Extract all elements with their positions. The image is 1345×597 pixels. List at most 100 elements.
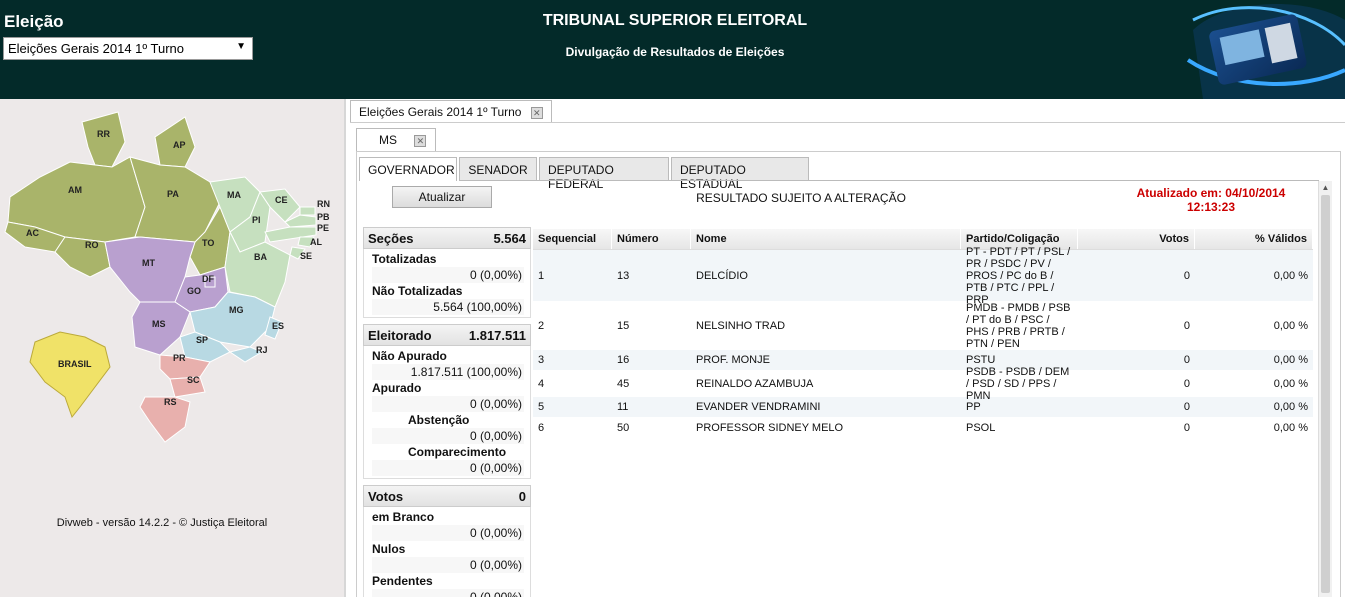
cell-nome: EVANDER VENDRAMINI bbox=[696, 401, 821, 413]
svg-text:GO: GO bbox=[187, 286, 201, 296]
svg-text:SC: SC bbox=[187, 375, 200, 385]
summary-panel: Seções 5.564 Totalizadas 0 (0,00%) Não T… bbox=[363, 227, 531, 597]
tab-eleicoes-gerais[interactable]: Eleições Gerais 2014 1º Turno ✕ bbox=[350, 100, 552, 123]
resultado-sujeito-notice: RESULTADO SUJEITO A ALTERAÇÃO bbox=[696, 191, 906, 205]
svg-text:MG: MG bbox=[229, 305, 244, 315]
eleicao-select[interactable]: Eleições Gerais 2014 1º Turno ▼ bbox=[3, 37, 253, 60]
totalizadas-value: 0 (0,00%) bbox=[372, 267, 524, 283]
cell-votos: 0 bbox=[1183, 269, 1190, 282]
scrollbar-thumb[interactable] bbox=[1321, 195, 1330, 593]
svg-text:MT: MT bbox=[142, 258, 155, 268]
branco-label: em Branco bbox=[372, 510, 435, 524]
nulos-label: Nulos bbox=[372, 542, 406, 556]
col-nome[interactable]: Nome bbox=[691, 229, 961, 249]
svg-text:SE: SE bbox=[300, 251, 312, 261]
cell-nome: PROF. MONJE bbox=[696, 354, 770, 366]
nulos-value: 0 (0,00%) bbox=[372, 557, 524, 573]
close-icon[interactable]: ✕ bbox=[414, 134, 427, 147]
cell-pct: 0,00 % bbox=[1273, 269, 1308, 282]
svg-text:AC: AC bbox=[26, 228, 39, 238]
main-content: Eleições Gerais 2014 1º Turno ✕ MS ✕ GOV… bbox=[346, 99, 1345, 597]
abstencao-label: Abstenção bbox=[408, 413, 470, 427]
cell-partido: PSDB - PSDB / DEM / PSD / SD / PPS / PMN bbox=[966, 365, 1070, 402]
cell-pct: 0,00 % bbox=[1273, 354, 1308, 366]
cell-pct: 0,00 % bbox=[1273, 401, 1308, 413]
close-icon[interactable]: ✕ bbox=[530, 106, 543, 119]
secoes-value: 5.564 bbox=[493, 231, 526, 246]
cell-pct: 0,00 % bbox=[1273, 377, 1308, 390]
tab-senador[interactable]: SENADOR bbox=[459, 157, 537, 180]
col-votos[interactable]: Votos bbox=[1078, 229, 1195, 249]
svg-text:RS: RS bbox=[164, 397, 177, 407]
dropdown-arrow-icon: ▼ bbox=[236, 41, 246, 52]
cell-pct: 0,00 % bbox=[1273, 422, 1308, 434]
cell-partido: PP bbox=[966, 401, 981, 413]
svg-text:ES: ES bbox=[272, 321, 284, 331]
cell-seq: 1 bbox=[538, 269, 545, 282]
tab-governador[interactable]: GOVERNADOR bbox=[359, 157, 457, 181]
cell-nome: REINALDO AZAMBUJA bbox=[696, 377, 814, 390]
atualizar-button[interactable]: Atualizar bbox=[392, 186, 492, 208]
cell-pct: 0,00 % bbox=[1273, 319, 1308, 332]
svg-text:RJ: RJ bbox=[256, 345, 268, 355]
cell-seq: 2 bbox=[538, 319, 545, 332]
svg-text:PB: PB bbox=[317, 212, 330, 222]
apurado-value: 0 (0,00%) bbox=[372, 396, 524, 412]
svg-text:RR: RR bbox=[97, 129, 110, 139]
cell-seq: 3 bbox=[538, 354, 545, 366]
svg-text:AL: AL bbox=[310, 237, 322, 247]
svg-text:RO: RO bbox=[85, 240, 99, 250]
tab-deputado-federal[interactable]: DEPUTADO FEDERAL bbox=[539, 157, 669, 191]
tab-eleicoes-gerais-label: Eleições Gerais 2014 1º Turno bbox=[359, 105, 522, 119]
vertical-scrollbar[interactable]: ▲ bbox=[1318, 181, 1332, 597]
eleitorado-value: 1.817.511 bbox=[468, 328, 526, 343]
abstencao-value: 0 (0,00%) bbox=[372, 428, 524, 444]
cell-seq: 6 bbox=[538, 422, 545, 434]
svg-text:TO: TO bbox=[202, 238, 214, 248]
state-rr[interactable] bbox=[81, 111, 126, 168]
state-rn[interactable] bbox=[299, 206, 316, 216]
cell-nome: NELSINHO TRAD bbox=[696, 319, 786, 332]
brazil-map: RR AP AM PA MA CE RN PBPE AL SE PI AC RO TO BA MT D… bbox=[4, 111, 330, 443]
svg-text:PA: PA bbox=[167, 189, 179, 199]
scroll-up-icon[interactable]: ▲ bbox=[1319, 181, 1332, 194]
brasil-overview-map[interactable] bbox=[29, 331, 111, 419]
cell-partido: PSTU bbox=[966, 354, 996, 366]
table-row[interactable]: 3 16 PROF. MONJE PSTU 0 0,00 % bbox=[533, 350, 1313, 371]
page-subtitle: Divulgação de Resultados de Eleições bbox=[565, 45, 785, 59]
table-row[interactable]: 6 50 PROFESSOR SIDNEY MELO PSOL 0 0,00 % bbox=[533, 418, 1313, 439]
cell-votos: 0 bbox=[1183, 319, 1190, 332]
table-row[interactable]: 5 11 EVANDER VENDRAMINI PP 0 0,00 % bbox=[533, 397, 1313, 418]
header: Eleição Eleições Gerais 2014 1º Turno ▼ … bbox=[0, 0, 1345, 99]
apurado-label: Apurado bbox=[372, 381, 422, 395]
votos-header: Votos 0 bbox=[363, 485, 531, 507]
cell-num: 13 bbox=[617, 269, 630, 282]
nao-totalizadas-value: 5.564 (100,00%) bbox=[372, 299, 524, 315]
cell-partido: PSOL bbox=[966, 422, 996, 434]
table-row[interactable]: 2 15 NELSINHO TRAD PMDB - PMDB / PSB / P… bbox=[533, 302, 1313, 350]
cell-num: 45 bbox=[617, 377, 630, 390]
secoes-label: Seções bbox=[368, 231, 414, 246]
svg-text:SP: SP bbox=[196, 335, 208, 345]
col-sequencial[interactable]: Sequencial bbox=[533, 229, 612, 249]
col-numero[interactable]: Número bbox=[612, 229, 691, 249]
svg-text:RN: RN bbox=[317, 199, 330, 209]
eleicao-label: Eleição bbox=[4, 12, 64, 31]
votos-label: Votos bbox=[368, 489, 404, 504]
eleitorado-box: Não Apurado 1.817.511 (100,00%) Apurado … bbox=[363, 346, 531, 479]
nao-totalizadas-label: Não Totalizadas bbox=[372, 284, 463, 298]
comparecimento-label: Comparecimento bbox=[408, 445, 507, 459]
votos-box: em Branco 0 (0,00%) Nulos 0 (0,00%) Pend… bbox=[363, 507, 531, 597]
state-ro[interactable] bbox=[54, 236, 111, 278]
tab-state-ms[interactable]: MS ✕ bbox=[356, 128, 436, 152]
col-pct-validos[interactable]: % Válidos bbox=[1195, 229, 1313, 249]
voting-machine-logo bbox=[1186, 3, 1345, 99]
table-row[interactable]: 4 45 REINALDO AZAMBUJA PSDB - PSDB / DEM… bbox=[533, 366, 1313, 402]
candidates-table: Sequencial Número Nome Partido/Coligação… bbox=[533, 229, 1313, 439]
cell-votos: 0 bbox=[1183, 354, 1190, 366]
tab-deputado-estadual[interactable]: DEPUTADO ESTADUAL bbox=[671, 157, 809, 191]
cell-votos: 0 bbox=[1183, 401, 1190, 413]
pendentes-value: 0 (0,00%) bbox=[372, 589, 524, 597]
cell-nome: PROFESSOR SIDNEY MELO bbox=[696, 422, 844, 434]
table-row[interactable]: 1 13 DELCÍDIO PT - PDT / PT / PSL / PR /… bbox=[533, 246, 1313, 306]
